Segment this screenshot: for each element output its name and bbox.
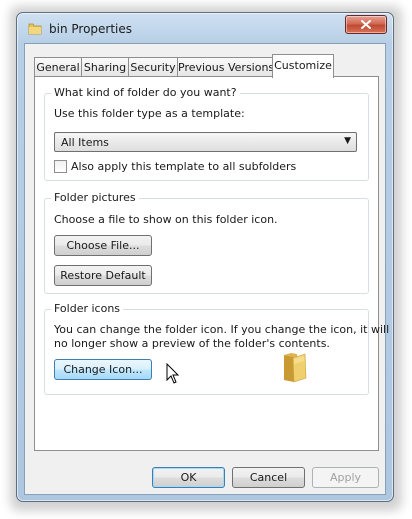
tab-customize[interactable]: Customize: [272, 54, 334, 78]
cancel-button[interactable]: Cancel: [232, 467, 305, 488]
tab-previous-versions[interactable]: Previous Versions: [177, 57, 274, 77]
mouse-pointer-icon: [166, 363, 180, 384]
choose-file-button[interactable]: Choose File...: [54, 235, 152, 256]
folder-icon: [28, 23, 42, 35]
tab-security[interactable]: Security: [128, 57, 178, 77]
tab-general[interactable]: General: [34, 57, 82, 77]
icons-description-line1: You can change the folder icon. If you c…: [54, 323, 390, 336]
chevron-down-icon: ▼: [344, 136, 351, 146]
folder-template-value: All Items: [61, 136, 109, 149]
template-prompt: Use this folder type as a template:: [54, 107, 245, 120]
window-title: bin Properties: [49, 22, 133, 36]
folder-type-legend: What kind of folder do you want?: [51, 86, 240, 99]
dialog-body: General Sharing Security Previous Versio…: [24, 43, 389, 495]
properties-dialog: bin Properties General Sharing Security …: [16, 12, 394, 502]
pictures-prompt: Choose a file to show on this folder ico…: [54, 213, 278, 226]
close-button[interactable]: [345, 15, 387, 34]
folder-template-select[interactable]: All Items ▼: [54, 132, 357, 152]
close-icon: [361, 20, 371, 29]
folder-type-group: What kind of folder do you want? Use thi…: [44, 86, 369, 181]
tab-sharing[interactable]: Sharing: [81, 57, 129, 77]
apply-button[interactable]: Apply: [312, 467, 379, 488]
title-bar[interactable]: bin Properties: [17, 13, 393, 45]
folder-pictures-legend: Folder pictures: [51, 191, 139, 204]
customize-panel: What kind of folder do you want? Use thi…: [34, 76, 389, 451]
ok-button[interactable]: OK: [152, 467, 225, 488]
restore-default-button[interactable]: Restore Default: [54, 265, 152, 286]
apply-subfolders-label[interactable]: Also apply this template to all subfolde…: [71, 160, 296, 173]
change-icon-button[interactable]: Change Icon...: [54, 359, 152, 380]
folder-preview-icon: [284, 353, 307, 383]
apply-subfolders-checkbox[interactable]: [54, 160, 67, 173]
folder-icons-legend: Folder icons: [51, 302, 124, 315]
folder-icons-group: Folder icons You can change the folder i…: [44, 302, 389, 395]
folder-pictures-group: Folder pictures Choose a file to show on…: [44, 191, 369, 294]
